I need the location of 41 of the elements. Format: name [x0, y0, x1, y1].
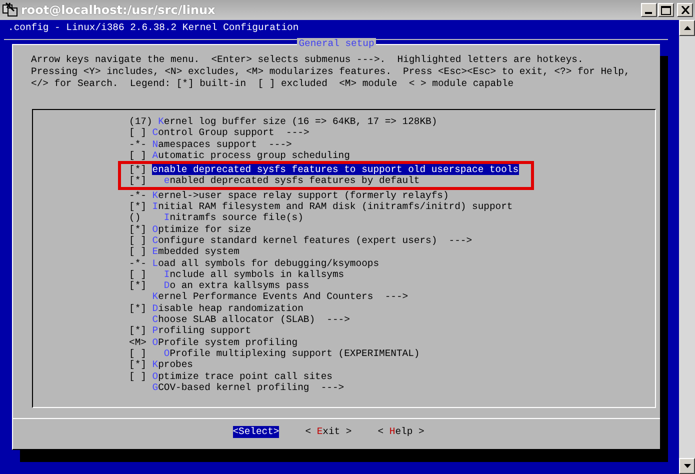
- menu-item[interactable]: [ ] Control Group support --->: [129, 127, 310, 139]
- menu-item[interactable]: -*- Load all symbols for debugging/ksymoops: [129, 258, 380, 269]
- menu-item[interactable]: [ ] Include all symbols in kallsyms: [129, 268, 344, 280]
- menu-item[interactable]: (17) Kernel log buffer size (16 => 64KB, 17 => 128KB): [129, 116, 438, 128]
- menu-item[interactable]: -*- Namespaces support --->: [129, 138, 292, 150]
- menu-item[interactable]: Kernel Performance Events And Counters --->: [129, 291, 408, 303]
- terminal-app-icon: [2, 2, 18, 18]
- menu-item[interactable]: () Initramfs source file(s): [129, 212, 304, 224]
- menu-item[interactable]: GCOV-based kernel profiling --->: [129, 382, 344, 394]
- menu-item[interactable]: [*] Do an extra kallsyms pass: [129, 280, 310, 292]
- menu-item[interactable]: <M> OProfile system profiling: [129, 336, 298, 348]
- dialog-button[interactable]: <Select>: [232, 426, 280, 438]
- menu-item[interactable]: [ ] Embedded system: [129, 246, 240, 258]
- menu-item[interactable]: Choose SLAB allocator (SLAB) --->: [129, 314, 350, 326]
- scrollbar[interactable]: [679, 20, 695, 474]
- menu-item[interactable]: [ ] Optimize trace point call sites: [129, 370, 332, 382]
- menu-item[interactable]: [*] enabled deprecated sysfs features by default: [129, 175, 420, 187]
- close-icon: [680, 6, 690, 14]
- menu-item[interactable]: [*] Optimize for size: [129, 224, 252, 235]
- maximize-button[interactable]: [658, 3, 674, 17]
- help-text: Arrow keys navigate the menu. <Enter> selects submenus --->. Highlighted letters are hotkeys.: [31, 54, 584, 66]
- menu-item[interactable]: [*] Disable heap randomization: [129, 302, 304, 314]
- maximize-icon: [661, 6, 671, 14]
- minimize-button[interactable]: [641, 3, 657, 17]
- menu-item[interactable]: [ ] OProfile multiplexing support (EXPERIMENTAL): [129, 348, 420, 360]
- menu-item[interactable]: [*] Kprobes: [129, 359, 193, 371]
- down-arrow-icon[interactable]: [684, 464, 690, 468]
- dialog-button[interactable]: < Exit >: [305, 426, 352, 438]
- help-text: </> for Search. Legend: [*] built-in [ ] excluded <M> module < > module capable: [31, 78, 514, 90]
- dialog-title: General setup: [296, 38, 376, 50]
- menu-item[interactable]: [ ] Configure standard kernel features (expert users) --->: [129, 234, 472, 246]
- dialog-button[interactable]: < Help >: [378, 426, 424, 438]
- menu-item[interactable]: [ ] Automatic process group scheduling: [129, 150, 350, 162]
- menu-item[interactable]: [*] Initial RAM filesystem and RAM disk (initramfs/initrd) support: [129, 201, 513, 212]
- screen-title: .config - Linux/i386 2.6.38.2 Kernel Configuration: [8, 22, 299, 34]
- close-button[interactable]: [677, 3, 693, 17]
- menu-item[interactable]: -*- Kernel->user space relay support (formerly relayfs): [129, 190, 449, 202]
- menu-item[interactable]: [*] Profiling support: [129, 325, 252, 337]
- up-arrow-icon[interactable]: [684, 26, 690, 30]
- help-text: Pressing <Y> includes, <N> excludes, <M> modularizes features. Press <Esc><Esc> to exit, <?> for Help,: [31, 66, 630, 78]
- window-title: root@localhost:/usr/src/linux: [21, 3, 216, 17]
